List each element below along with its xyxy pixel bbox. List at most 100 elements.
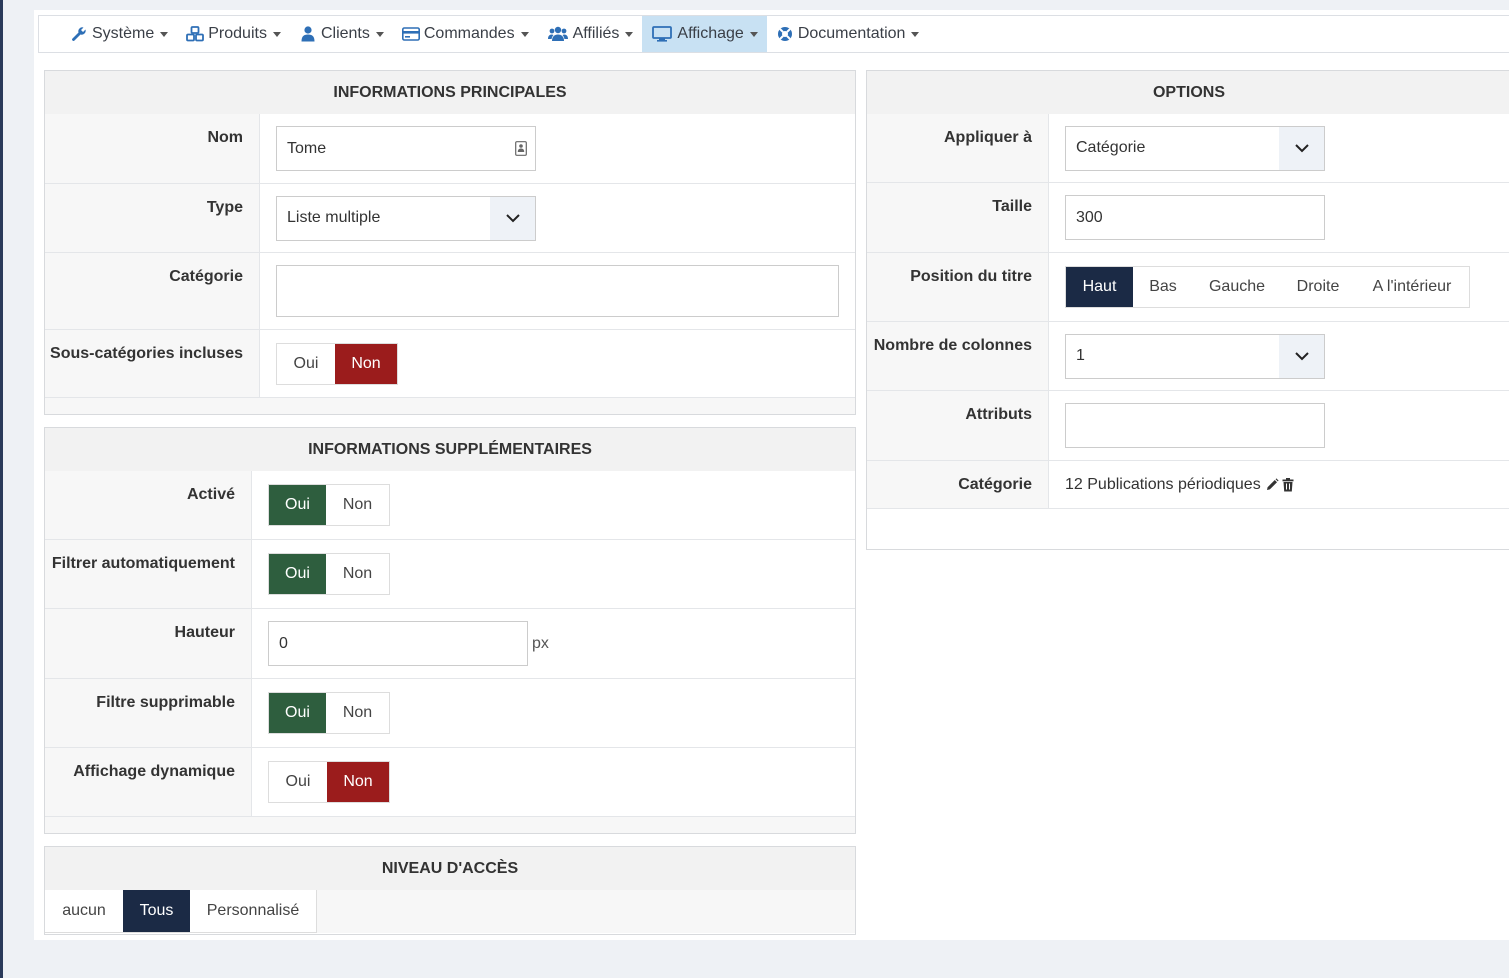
title-pos-inside-button[interactable]: A l'intérieur — [1355, 267, 1469, 307]
caret-down-icon — [160, 31, 169, 37]
row-height: Hauteur 0 px — [45, 609, 855, 679]
nav-clients[interactable]: Clients — [290, 16, 393, 52]
top-menu-bar: Système Produits Clients Commandes Affil… — [38, 15, 1509, 53]
panel-footer — [45, 817, 855, 833]
autofilter-yes-button[interactable]: Oui — [269, 554, 326, 594]
active-yes-button[interactable]: Oui — [269, 485, 326, 525]
autofilter-toggle: Oui Non — [268, 553, 390, 595]
field-label: Appliquer à — [867, 114, 1049, 182]
nav-affichage[interactable]: Affichage — [642, 16, 767, 52]
chevron-down-icon — [1279, 126, 1324, 170]
nav-produits[interactable]: Produits — [177, 16, 290, 52]
caret-down-icon — [520, 31, 529, 37]
dynamic-yes-button[interactable]: Oui — [269, 762, 327, 802]
height-input[interactable]: 0 — [268, 621, 528, 666]
nav-label: Commandes — [423, 25, 515, 42]
row-removable: Filtre supprimable Oui Non — [45, 679, 855, 748]
window-edge — [0, 0, 3, 978]
row-attributes: Attributs — [867, 391, 1509, 461]
category-value: 12 Publications périodiques — [1065, 475, 1261, 493]
columns-value: 1 — [1076, 347, 1085, 364]
field-label: Nombre de colonnes — [867, 322, 1049, 390]
category-input[interactable] — [276, 265, 839, 317]
apply-to-value: Catégorie — [1076, 139, 1146, 156]
nav-documentation[interactable]: Documentation — [767, 16, 929, 52]
field-label: Nom — [45, 114, 260, 183]
subcategories-no-button[interactable]: Non — [335, 343, 397, 384]
type-value: Liste multiple — [287, 209, 381, 226]
panel-title: NIVEAU D'ACCÈS — [45, 847, 855, 890]
title-position-group: Haut Bas Gauche Droite A l'intérieur — [1065, 266, 1470, 308]
attributes-input[interactable] — [1065, 403, 1325, 448]
caret-down-icon — [375, 31, 384, 37]
nav-label: Système — [92, 25, 155, 42]
field-label: Hauteur — [45, 609, 252, 678]
nav-label: Clients — [320, 25, 370, 42]
chevron-down-icon — [1279, 334, 1324, 378]
wrench-icon — [70, 26, 88, 42]
columns-select[interactable]: 1 — [1065, 333, 1325, 379]
height-unit: px — [532, 634, 549, 652]
caret-down-icon — [272, 31, 281, 37]
row-dynamic: Affichage dynamique Oui Non — [45, 748, 855, 817]
access-level-group: aucun Tous Personnalisé — [45, 890, 317, 933]
dynamic-toggle: Oui Non — [268, 761, 390, 803]
row-apply-to: Appliquer à Catégorie — [867, 114, 1509, 183]
active-no-button[interactable]: Non — [326, 485, 389, 525]
panel-options: OPTIONS Appliquer à Catégorie Taille 300 — [866, 70, 1509, 550]
type-select[interactable]: Liste multiple — [276, 195, 536, 241]
user-icon — [299, 26, 317, 42]
row-active: Activé Oui Non — [45, 471, 855, 540]
pencil-icon[interactable] — [1265, 477, 1279, 492]
caret-down-icon — [749, 31, 758, 37]
field-label: Attributs — [867, 391, 1049, 460]
removable-no-button[interactable]: Non — [326, 693, 389, 733]
row-category: Catégorie 12 Publications périodiques — [867, 461, 1509, 509]
panel-footer — [867, 509, 1509, 549]
dynamic-no-button[interactable]: Non — [327, 762, 389, 802]
field-label: Filtre supprimable — [45, 679, 252, 747]
row-title-position: Position du titre Haut Bas Gauche Droite… — [867, 253, 1509, 322]
row-subcategories: Sous-catégories incluses Oui Non — [45, 330, 855, 398]
field-label: Activé — [45, 471, 252, 539]
access-custom-button[interactable]: Personnalisé — [190, 890, 316, 932]
users-icon — [547, 26, 569, 42]
name-value: Tome — [287, 139, 327, 157]
access-none-button[interactable]: aucun — [45, 890, 123, 932]
size-input[interactable]: 300 — [1065, 195, 1325, 240]
field-label: Sous-catégories incluses — [45, 330, 260, 397]
subcategories-yes-button[interactable]: Oui — [277, 343, 335, 384]
access-all-button[interactable]: Tous — [123, 890, 190, 932]
row-autofilter: Filtrer automatiquement Oui Non — [45, 540, 855, 609]
apply-to-select[interactable]: Catégorie — [1065, 125, 1325, 171]
desktop-icon — [651, 26, 673, 42]
page: Système Produits Clients Commandes Affil… — [34, 10, 1509, 940]
nav-affilies[interactable]: Affiliés — [538, 16, 643, 52]
credit-card-icon — [401, 26, 420, 42]
row-size: Taille 300 — [867, 183, 1509, 253]
caret-down-icon — [625, 31, 634, 37]
contact-card-icon — [515, 141, 527, 161]
removable-toggle: Oui Non — [268, 692, 390, 734]
removable-yes-button[interactable]: Oui — [269, 693, 326, 733]
nav-commandes[interactable]: Commandes — [393, 16, 538, 52]
name-input[interactable]: Tome — [276, 126, 536, 171]
row-categorie: Catégorie — [45, 253, 855, 330]
caret-down-icon — [911, 31, 920, 37]
title-pos-top-button[interactable]: Haut — [1066, 267, 1133, 307]
lifebuoy-icon — [776, 26, 794, 42]
autofilter-no-button[interactable]: Non — [326, 554, 389, 594]
nav-systeme[interactable]: Système — [61, 16, 177, 52]
nav-label: Produits — [208, 25, 267, 42]
height-value: 0 — [279, 634, 288, 652]
trash-icon[interactable] — [1282, 477, 1294, 492]
title-pos-bottom-button[interactable]: Bas — [1133, 267, 1193, 307]
panel-access-level: NIVEAU D'ACCÈS aucun Tous Personnalisé — [44, 846, 856, 935]
nav-label: Affiliés — [572, 25, 620, 42]
panel-title: INFORMATIONS SUPPLÉMENTAIRES — [45, 428, 855, 471]
cubes-icon — [186, 26, 205, 42]
chevron-down-icon — [490, 196, 535, 240]
field-label: Position du titre — [867, 253, 1049, 321]
title-pos-right-button[interactable]: Droite — [1281, 267, 1355, 307]
title-pos-left-button[interactable]: Gauche — [1193, 267, 1281, 307]
